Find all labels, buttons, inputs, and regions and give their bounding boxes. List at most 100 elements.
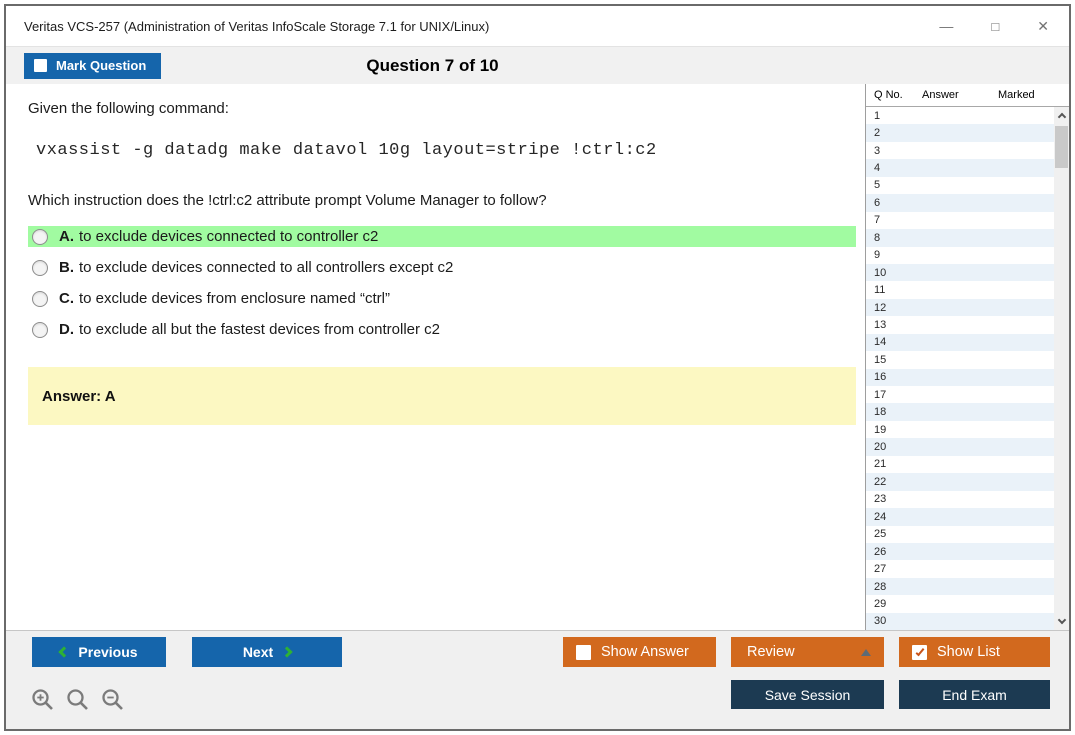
show-answer-checkbox: [576, 644, 591, 660]
question-list-row[interactable]: 10: [866, 263, 1054, 282]
question-list-row[interactable]: 12: [866, 298, 1054, 317]
question-list-row[interactable]: 24: [866, 508, 1054, 526]
question-list-row[interactable]: 18: [866, 403, 1054, 421]
review-button[interactable]: Review: [731, 637, 884, 667]
question-prompt: Which instruction does the !ctrl:c2 attr…: [28, 192, 547, 209]
answer-label: Answer: A: [42, 387, 116, 405]
zoom-in-icon[interactable]: [30, 687, 56, 713]
row-qno: 30: [874, 615, 887, 628]
option-radio[interactable]: [32, 290, 48, 307]
row-qno: 5: [874, 179, 881, 192]
question-list-row[interactable]: 26: [866, 542, 1054, 561]
row-qno: 2: [874, 127, 881, 140]
question-list-row[interactable]: 16: [866, 368, 1054, 386]
question-list-row[interactable]: 7: [866, 212, 1054, 229]
zoom-reset-icon[interactable]: [65, 687, 91, 713]
zoom-out-icon[interactable]: [100, 687, 126, 713]
question-list-row[interactable]: 17: [866, 386, 1054, 403]
chevron-left-icon: [58, 646, 71, 658]
scroll-down-icon[interactable]: [1057, 615, 1066, 625]
window-title: Veritas VCS-257 (Administration of Verit…: [24, 18, 490, 34]
zoom-toolbar: [30, 687, 126, 713]
question-list-row[interactable]: 4: [866, 159, 1054, 177]
option-text: A. to exclude devices connected to contro…: [59, 228, 379, 245]
question-list-row[interactable]: 8: [866, 229, 1054, 247]
show-list-button[interactable]: Show List: [899, 637, 1050, 667]
row-qno: 8: [874, 231, 881, 244]
question-list-panel: Q No. Answer Marked 1 2 3 4 5 6 7 8 9 10 11 12 13 14 1…: [865, 84, 1069, 631]
scrollbar-thumb[interactable]: [1055, 126, 1068, 168]
row-qno: 24: [874, 510, 887, 523]
row-qno: 26: [874, 545, 887, 558]
option-radio[interactable]: [32, 321, 48, 338]
next-label: Next: [242, 644, 274, 660]
answer-option[interactable]: B. to exclude devices connected to all co…: [28, 257, 856, 278]
options-list: A. to exclude devices connected to contro…: [28, 226, 856, 340]
question-list-row[interactable]: 19: [866, 421, 1054, 438]
option-text: C. to exclude devices from enclosure name…: [59, 290, 390, 307]
row-qno: 4: [874, 162, 881, 175]
question-list-row[interactable]: 29: [866, 595, 1054, 612]
window-controls: — □ ✕: [939, 19, 1049, 33]
question-list-row[interactable]: 28: [866, 577, 1054, 596]
row-qno: 18: [874, 406, 887, 419]
question-panel: Given the following command: vxassist -g…: [6, 84, 865, 630]
minimize-icon[interactable]: —: [939, 19, 953, 33]
footer-bar: Previous Next Show Answer Review Show Li…: [6, 630, 1069, 729]
show-list-checkbox: [912, 644, 927, 660]
question-list-row[interactable]: 14: [866, 333, 1054, 352]
question-list-row[interactable]: 11: [866, 281, 1054, 298]
show-list-label: Show List: [937, 644, 1000, 660]
check-icon: [915, 646, 924, 656]
row-qno: 6: [874, 196, 881, 209]
option-text: D. to exclude all but the fastest devices…: [59, 321, 441, 338]
row-qno: 7: [874, 214, 881, 227]
question-list-row[interactable]: 21: [866, 456, 1054, 473]
question-list-row[interactable]: 3: [866, 142, 1054, 159]
row-qno: 21: [874, 458, 887, 471]
triangle-up-icon: [861, 648, 871, 656]
question-list-row[interactable]: 25: [866, 526, 1054, 543]
row-qno: 10: [874, 266, 887, 279]
scroll-up-icon[interactable]: [1057, 112, 1066, 122]
question-list-row[interactable]: 2: [866, 124, 1054, 142]
answer-option[interactable]: C. to exclude devices from enclosure name…: [28, 288, 856, 309]
option-radio[interactable]: [32, 259, 48, 276]
end-exam-button[interactable]: End Exam: [899, 680, 1050, 709]
previous-label: Previous: [78, 644, 138, 660]
question-list-row[interactable]: 13: [866, 316, 1054, 333]
next-button[interactable]: Next: [192, 637, 342, 667]
row-qno: 22: [874, 475, 887, 488]
header-qno: Q No.: [874, 89, 903, 101]
show-answer-button[interactable]: Show Answer: [563, 637, 716, 667]
question-list-row[interactable]: 9: [866, 247, 1054, 264]
question-list-row[interactable]: 30: [866, 612, 1054, 631]
save-session-button[interactable]: Save Session: [731, 680, 884, 709]
question-list-row[interactable]: 20: [866, 438, 1054, 456]
question-list-row[interactable]: 23: [866, 491, 1054, 508]
answer-option[interactable]: D. to exclude all but the fastest devices…: [28, 319, 856, 340]
previous-button[interactable]: Previous: [32, 637, 166, 667]
show-answer-label: Show Answer: [601, 644, 689, 660]
row-qno: 11: [874, 284, 886, 297]
row-qno: 16: [874, 371, 887, 384]
row-qno: 19: [874, 423, 887, 436]
row-qno: 29: [874, 597, 887, 610]
row-qno: 12: [874, 301, 887, 314]
question-list-row[interactable]: 22: [866, 473, 1054, 491]
question-list-row[interactable]: 5: [866, 177, 1054, 194]
close-icon[interactable]: ✕: [1037, 19, 1049, 33]
row-qno: 20: [874, 441, 887, 454]
question-list-row[interactable]: 15: [866, 351, 1054, 368]
title-bar: Veritas VCS-257 (Administration of Verit…: [6, 6, 1069, 46]
maximize-icon[interactable]: □: [991, 20, 999, 33]
answer-option[interactable]: A. to exclude devices connected to contro…: [28, 226, 856, 247]
end-exam-label: End Exam: [942, 686, 1007, 703]
question-list-row[interactable]: 1: [866, 107, 1054, 124]
row-qno: 28: [874, 580, 887, 593]
answer-box: Answer: A: [28, 367, 856, 425]
question-list-row[interactable]: 6: [866, 194, 1054, 212]
question-list-scrollbar[interactable]: [1054, 107, 1069, 630]
option-radio[interactable]: [32, 228, 48, 245]
question-list-row[interactable]: 27: [866, 560, 1054, 577]
